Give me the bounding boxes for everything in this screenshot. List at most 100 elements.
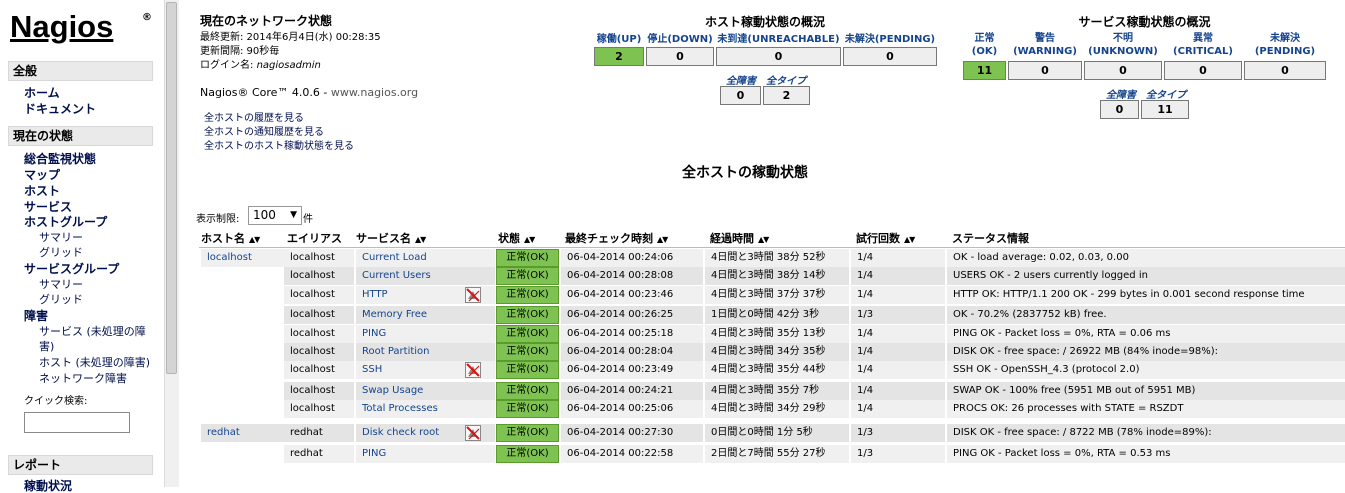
nav-servicegroups-summary[interactable]: サマリー xyxy=(39,278,83,292)
host-cell[interactable] xyxy=(201,382,284,400)
link-host-status[interactable]: 全ホストのホスト稼動状態を見る xyxy=(204,140,354,154)
host-cell[interactable] xyxy=(201,267,284,285)
nav-problems[interactable]: 障害 xyxy=(24,309,48,323)
last-updated: 最終更新: 2014年6月4日(水) 00:28:35 xyxy=(200,32,381,43)
last-check-cell: 06-04-2014 00:26:25 xyxy=(561,306,703,324)
host-totals-up-header[interactable]: 稼働(UP) xyxy=(593,33,645,46)
nav-services[interactable]: サービス xyxy=(24,200,72,214)
table-row: localhost Memory Free 正常(OK) 06-04-2014 00:… xyxy=(199,306,1345,324)
nav-home[interactable]: ホーム xyxy=(24,86,60,100)
host-cell[interactable] xyxy=(201,343,284,361)
nav-hostgroups-grid[interactable]: グリッド xyxy=(39,246,83,260)
host-totals-all-types-count: 2 xyxy=(763,86,810,105)
nav-availability[interactable]: 稼動状況 xyxy=(24,479,72,493)
last-check-cell: 06-04-2014 00:23:46 xyxy=(561,286,703,304)
sort-arrows-icon[interactable]: ▲▼ xyxy=(657,235,668,244)
service-cell[interactable]: Memory Free xyxy=(356,306,495,324)
sort-arrows-icon[interactable]: ▲▼ xyxy=(904,235,915,244)
col-header-duration[interactable]: 経過時間 ▲▼ xyxy=(710,231,769,247)
service-cell[interactable]: Current Load xyxy=(356,249,495,267)
service-totals-all-types-header[interactable]: 全タイプ xyxy=(1142,86,1190,101)
nav-servicegroups[interactable]: サービスグループ xyxy=(24,262,119,276)
sidebar-scrollbar-thumb[interactable] xyxy=(166,2,177,374)
host-cell[interactable] xyxy=(201,400,284,418)
col-header-last-check[interactable]: 最終チェック時刻 ▲▼ xyxy=(565,231,668,247)
attempt-cell: 1/4 xyxy=(851,286,945,304)
limit-select[interactable]: 100 ▼ xyxy=(248,206,302,225)
table-row: localhost PING 正常(OK) 06-04-2014 00:25:18 4日… xyxy=(199,325,1345,343)
nav-hostgroups[interactable]: ホストグループ xyxy=(24,215,107,229)
service-totals-pending-header[interactable]: 未解決 (PENDING) xyxy=(1243,32,1327,58)
nav-servicegroups-grid[interactable]: グリッド xyxy=(39,293,83,307)
service-totals-unknown-header[interactable]: 不明 (UNKNOWN) xyxy=(1083,32,1163,58)
nagios-org-link[interactable]: www.nagios.org xyxy=(331,86,418,99)
host-cell[interactable]: localhost xyxy=(201,249,284,267)
attempt-cell: 1/4 xyxy=(851,249,945,267)
host-totals-pending-header[interactable]: 未解決(PENDING) xyxy=(842,33,938,46)
nagios-logo[interactable]: Nagios ® xyxy=(10,10,160,50)
table-row: localhost Total Processes 正常(OK) 06-04-2014… xyxy=(199,400,1345,418)
nav-map[interactable]: マップ xyxy=(24,168,60,182)
alias-cell: localhost xyxy=(284,361,354,379)
nav-documents[interactable]: ドキュメント xyxy=(24,102,96,116)
status-info-cell: USERS OK - 2 users currently logged in xyxy=(947,267,1345,285)
sort-arrows-icon[interactable]: ▲▼ xyxy=(415,235,426,244)
host-cell[interactable] xyxy=(201,445,284,463)
nav-hostgroups-summary[interactable]: サマリー xyxy=(39,231,83,245)
nav-services-unhandled[interactable]: サービス (未処理の障害) xyxy=(39,324,157,354)
host-cell[interactable] xyxy=(201,306,284,324)
alias-cell: localhost xyxy=(284,306,354,324)
quick-search-input[interactable] xyxy=(24,412,130,433)
sort-arrows-icon[interactable]: ▲▼ xyxy=(249,235,260,244)
nav-network-outages[interactable]: ネットワーク障害 xyxy=(39,372,127,386)
col-header-attempt[interactable]: 試行回数 ▲▼ xyxy=(856,231,915,247)
service-cell[interactable]: PING xyxy=(356,445,495,463)
host-totals-down-header[interactable]: 停止(DOWN) xyxy=(645,33,715,46)
alias-cell: localhost xyxy=(284,382,354,400)
last-check-cell: 06-04-2014 00:28:08 xyxy=(561,267,703,285)
service-cell[interactable]: Total Processes xyxy=(356,400,495,418)
status-info-cell: PROCS OK: 26 processes with STATE = RSZD… xyxy=(947,400,1345,418)
status-badge: 正常(OK) xyxy=(496,361,559,379)
alias-cell: redhat xyxy=(284,445,354,463)
host-totals-unreachable-header[interactable]: 未到達(UNREACHABLE) xyxy=(715,33,842,46)
host-cell[interactable] xyxy=(201,286,284,304)
last-check-cell: 06-04-2014 00:28:04 xyxy=(561,343,703,361)
link-host-history[interactable]: 全ホストの履歴を見る xyxy=(204,112,304,126)
service-totals-warning-header[interactable]: 警告 (WARNING) xyxy=(1007,32,1083,58)
alias-cell: localhost xyxy=(284,343,354,361)
status-badge: 正常(OK) xyxy=(496,286,559,304)
duration-cell: 4日間と3時間 35分 7秒 xyxy=(705,382,849,400)
col-header-service[interactable]: サービス名 ▲▼ xyxy=(356,231,426,247)
host-totals-all-problems-count: 0 xyxy=(720,86,761,105)
notifications-disabled-icon[interactable] xyxy=(465,287,481,303)
col-header-status[interactable]: 状態 ▲▼ xyxy=(498,231,535,247)
service-cell[interactable]: PING xyxy=(356,325,495,343)
service-cell[interactable]: Swap Usage xyxy=(356,382,495,400)
service-totals-warning-count: 0 xyxy=(1008,61,1082,80)
attempt-cell: 1/4 xyxy=(851,343,945,361)
notifications-disabled-icon[interactable] xyxy=(465,362,481,378)
col-header-host[interactable]: ホスト名 ▲▼ xyxy=(201,231,260,247)
status-badge: 正常(OK) xyxy=(496,249,559,267)
nav-hosts[interactable]: ホスト xyxy=(24,184,60,198)
link-host-notifications[interactable]: 全ホストの通知履歴を見る xyxy=(204,126,324,140)
duration-cell: 4日間と3時間 35分 13秒 xyxy=(705,325,849,343)
notifications-disabled-icon[interactable] xyxy=(465,425,481,441)
host-totals-all-types-header[interactable]: 全タイプ xyxy=(762,72,810,87)
service-totals-ok-header[interactable]: 正常 (OK) xyxy=(962,32,1007,58)
nav-tactical-overview[interactable]: 総合監視状態 xyxy=(24,152,96,166)
service-totals-critical-header[interactable]: 異常 (CRITICAL) xyxy=(1163,32,1243,58)
service-cell[interactable]: Root Partition xyxy=(356,343,495,361)
service-cell[interactable]: Current Users xyxy=(356,267,495,285)
host-totals-all-problems-header[interactable]: 全障害 xyxy=(720,72,762,87)
sort-arrows-icon[interactable]: ▲▼ xyxy=(758,235,769,244)
host-cell[interactable]: redhat xyxy=(201,424,284,442)
service-totals-all-problems-header[interactable]: 全障害 xyxy=(1100,86,1142,101)
nav-hosts-unhandled[interactable]: ホスト (未処理の障害) xyxy=(39,356,150,370)
status-badge: 正常(OK) xyxy=(496,382,559,400)
host-cell[interactable] xyxy=(201,325,284,343)
sort-arrows-icon[interactable]: ▲▼ xyxy=(524,235,535,244)
last-check-cell: 06-04-2014 00:24:06 xyxy=(561,249,703,267)
host-cell[interactable] xyxy=(201,361,284,379)
